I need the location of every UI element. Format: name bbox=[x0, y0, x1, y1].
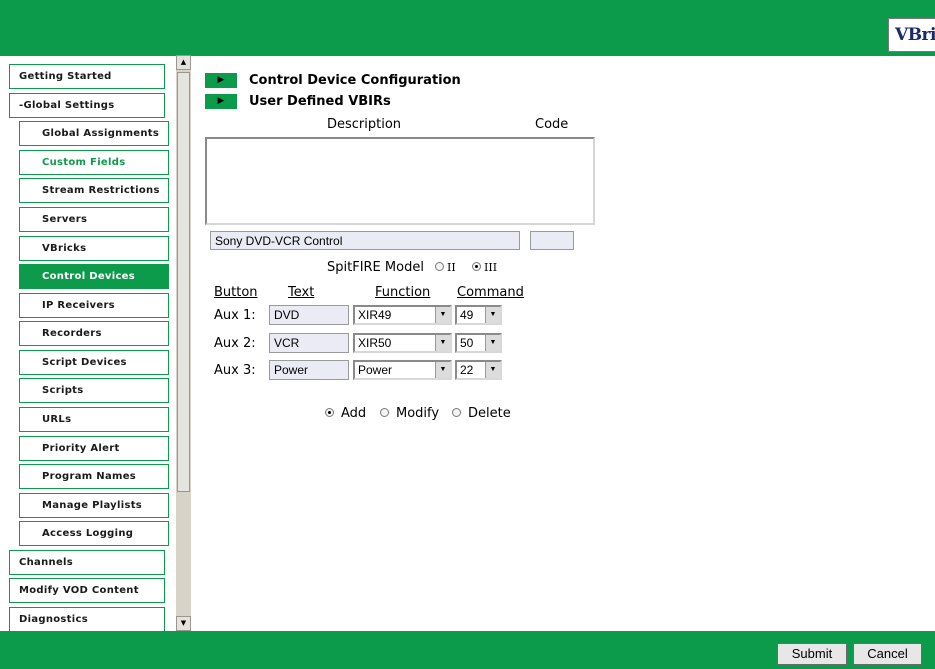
sidebar-item-script-devices[interactable]: Script Devices bbox=[19, 350, 169, 375]
aux3-command-value: 22 bbox=[460, 363, 474, 377]
aux3-function-value: Power bbox=[358, 363, 393, 377]
delete-label: Delete bbox=[468, 406, 511, 421]
spitfire-iii-radio[interactable] bbox=[472, 262, 481, 271]
vbir-list[interactable] bbox=[205, 137, 595, 225]
chevron-down-icon[interactable]: ▼ bbox=[485, 362, 500, 378]
sidebar-item-diagnostics[interactable]: Diagnostics bbox=[9, 607, 165, 631]
aux3-text-field[interactable]: Power bbox=[269, 360, 349, 380]
spitfire-iii-label: III bbox=[484, 261, 498, 274]
sidebar-item-global-settings[interactable]: -Global Settings bbox=[9, 93, 165, 118]
sidebar-item-modify-vod-content[interactable]: Modify VOD Content bbox=[9, 578, 165, 603]
aux1-command-select[interactable]: 49 ▼ bbox=[455, 305, 502, 325]
top-banner bbox=[0, 0, 935, 56]
sidebar-item-vbricks[interactable]: VBricks bbox=[19, 236, 169, 261]
sidebar-item-control-devices[interactable]: Control Devices bbox=[19, 264, 169, 289]
text-column-header: Text bbox=[288, 285, 315, 300]
scroll-thumb[interactable] bbox=[177, 72, 190, 492]
aux1-function-value: XIR49 bbox=[358, 308, 392, 322]
sidebar-item-program-names[interactable]: Program Names bbox=[19, 464, 169, 489]
sidebar-item-urls[interactable]: URLs bbox=[19, 407, 169, 432]
sidebar-item-ip-receivers[interactable]: IP Receivers bbox=[19, 293, 169, 318]
scroll-down-icon[interactable]: ▼ bbox=[176, 616, 191, 631]
sidebar-item-stream-restrictions[interactable]: Stream Restrictions bbox=[19, 178, 169, 203]
chevron-down-icon[interactable]: ▼ bbox=[435, 362, 450, 378]
code-field[interactable] bbox=[530, 231, 574, 250]
sidebar-item-scripts[interactable]: Scripts bbox=[19, 378, 169, 403]
sidebar-item-servers[interactable]: Servers bbox=[19, 207, 169, 232]
command-column-header: Command bbox=[457, 285, 524, 300]
section-title: User Defined VBIRs bbox=[249, 94, 391, 109]
modify-radio[interactable] bbox=[380, 408, 389, 417]
submit-button[interactable]: Submit bbox=[777, 643, 847, 665]
chevron-down-icon[interactable]: ▼ bbox=[485, 335, 500, 351]
sidebar-item-access-logging[interactable]: Access Logging bbox=[19, 521, 169, 546]
aux1-text-field[interactable]: DVD bbox=[269, 305, 349, 325]
aux1-command-value: 49 bbox=[460, 308, 474, 322]
sidebar-item-priority-alert[interactable]: Priority Alert bbox=[19, 436, 169, 461]
aux1-label: Aux 1: bbox=[214, 308, 256, 323]
aux1-function-select[interactable]: XIR49 ▼ bbox=[353, 305, 452, 325]
aux2-function-select[interactable]: XIR50 ▼ bbox=[353, 333, 452, 353]
aux3-command-select[interactable]: 22 ▼ bbox=[455, 360, 502, 380]
button-column-header: Button bbox=[214, 285, 258, 300]
sidebar-scrollbar[interactable]: ▲ ▼ bbox=[176, 55, 191, 631]
aux2-command-select[interactable]: 50 ▼ bbox=[455, 333, 502, 353]
play-arrow-icon[interactable]: ▶ bbox=[205, 73, 237, 88]
description-field[interactable]: Sony DVD-VCR Control bbox=[210, 231, 520, 250]
sidebar-nav: Getting Started -Global Settings Global … bbox=[9, 58, 175, 631]
sidebar-item-channels[interactable]: Channels bbox=[9, 550, 165, 575]
add-radio[interactable] bbox=[325, 408, 334, 417]
code-column-header: Code bbox=[535, 117, 569, 132]
aux2-function-value: XIR50 bbox=[358, 336, 392, 350]
chevron-down-icon[interactable]: ▼ bbox=[435, 335, 450, 351]
scroll-up-icon[interactable]: ▲ bbox=[176, 55, 191, 70]
spitfire-ii-radio[interactable] bbox=[435, 262, 444, 271]
cancel-button[interactable]: Cancel bbox=[853, 643, 922, 665]
delete-radio[interactable] bbox=[452, 408, 461, 417]
play-arrow-icon[interactable]: ▶ bbox=[205, 94, 237, 109]
chevron-down-icon[interactable]: ▼ bbox=[485, 307, 500, 323]
aux3-function-select[interactable]: Power ▼ bbox=[353, 360, 452, 380]
aux3-label: Aux 3: bbox=[214, 363, 256, 378]
spitfire-ii-label: II bbox=[447, 261, 456, 274]
sidebar-item-manage-playlists[interactable]: Manage Playlists bbox=[19, 493, 169, 518]
spitfire-model-label: SpitFIRE Model bbox=[327, 260, 424, 275]
function-column-header: Function bbox=[375, 285, 431, 300]
modify-label: Modify bbox=[396, 406, 440, 421]
sidebar-item-global-assignments[interactable]: Global Assignments bbox=[19, 121, 169, 146]
sidebar-item-recorders[interactable]: Recorders bbox=[19, 321, 169, 346]
add-label: Add bbox=[341, 406, 367, 421]
aux2-label: Aux 2: bbox=[214, 336, 256, 351]
sidebar-item-getting-started[interactable]: Getting Started bbox=[9, 64, 165, 89]
sidebar-item-custom-fields[interactable]: Custom Fields bbox=[19, 150, 169, 175]
description-column-header: Description bbox=[327, 117, 402, 132]
chevron-down-icon[interactable]: ▼ bbox=[435, 307, 450, 323]
vbrick-logo: VBric bbox=[888, 18, 935, 52]
aux2-command-value: 50 bbox=[460, 336, 474, 350]
section-title: Control Device Configuration bbox=[249, 73, 461, 88]
aux2-text-field[interactable]: VCR bbox=[269, 333, 349, 353]
